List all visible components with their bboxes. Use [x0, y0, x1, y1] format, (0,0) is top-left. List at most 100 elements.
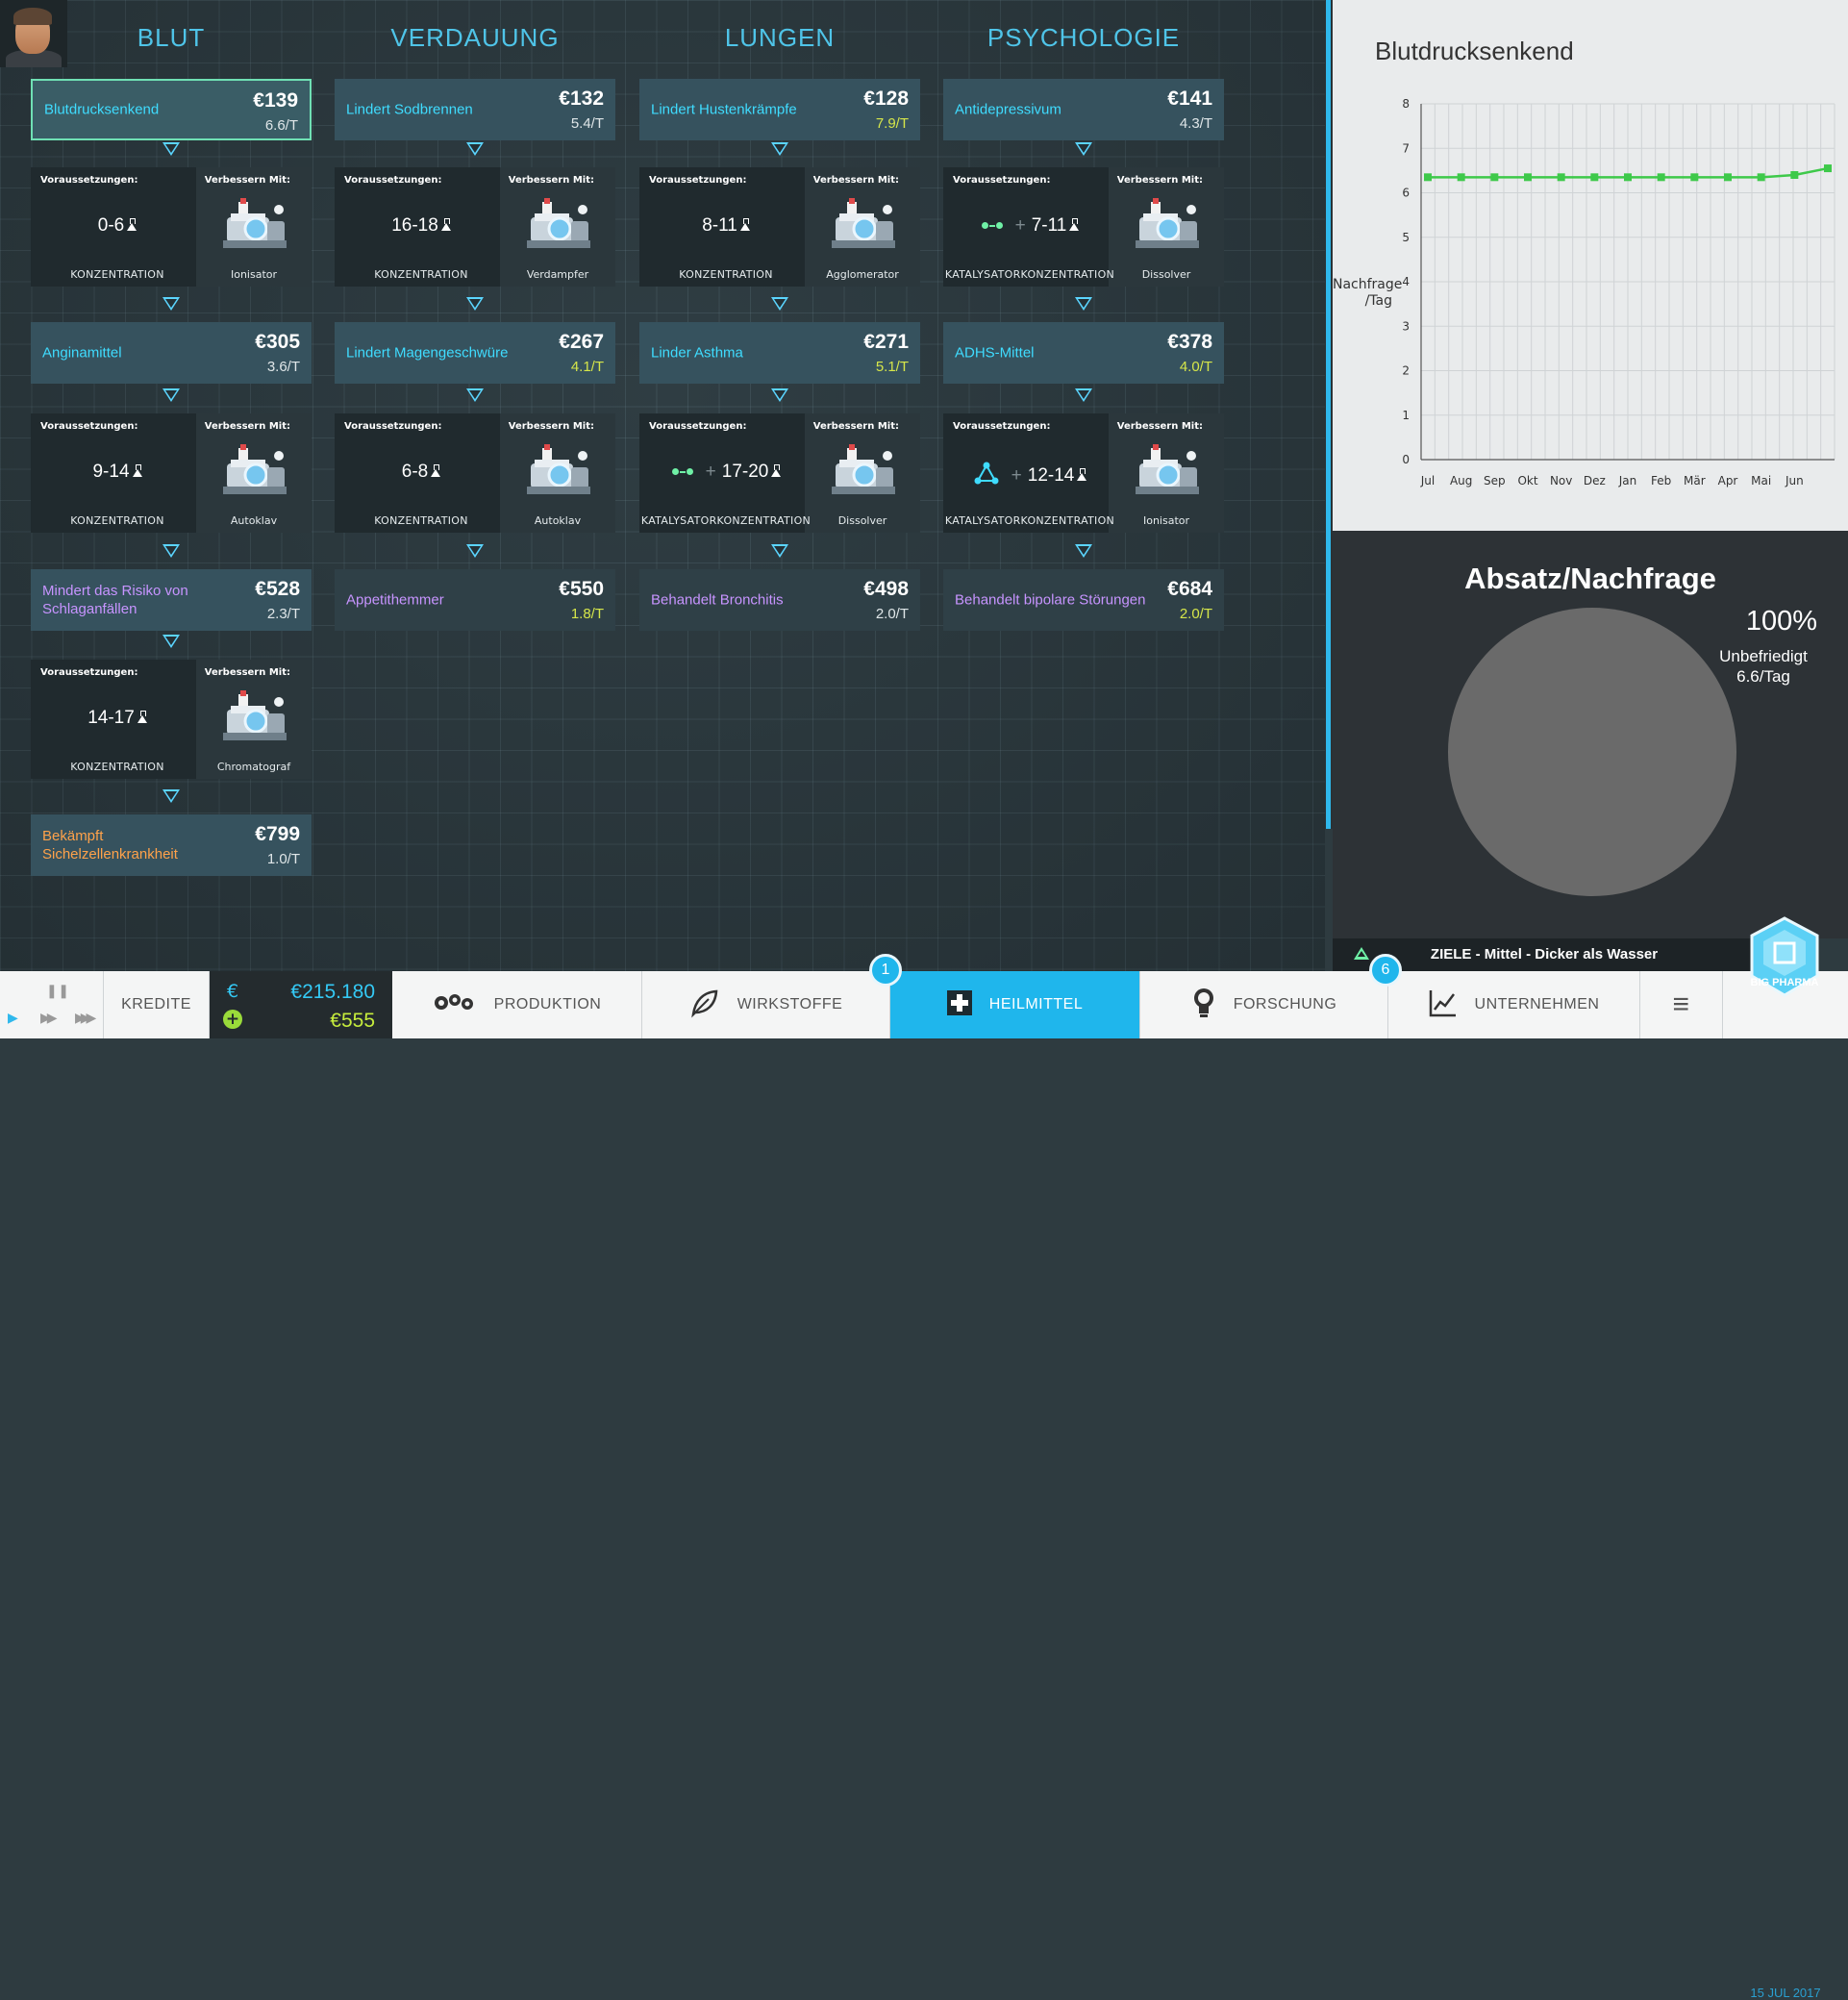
- lightbulb-icon: [1191, 987, 1216, 1024]
- cure-card-lindert-magengeschwure[interactable]: Lindert Magengeschwüre €267 4.1/T: [335, 322, 615, 384]
- menu-button[interactable]: ≡: [1640, 971, 1723, 1038]
- cure-name: Lindert Hustenkrämpfe: [651, 101, 797, 118]
- concentration-range: 8-11: [639, 215, 812, 237]
- tab-company[interactable]: UNTERNEHMEN: [1388, 971, 1640, 1038]
- chart-ytick-label: 8: [1402, 97, 1410, 111]
- prereq-label: Voraussetzungen:: [40, 667, 138, 678]
- play-icon[interactable]: ▶: [8, 1010, 18, 1026]
- cure-card-mindert-das-risiko-von-schlaganfallen[interactable]: Mindert das Risiko von Schlaganfällen €52…: [31, 569, 312, 631]
- cure-card-lindert-sodbrennen[interactable]: Lindert Sodbrennen €132 5.4/T: [335, 79, 615, 140]
- pause-icon[interactable]: ❚❚: [46, 983, 69, 999]
- chart-xtick-label: Sep: [1484, 474, 1506, 488]
- improve-label: Verbessern Mit:: [204, 667, 290, 678]
- unsatisfied-demand: 6.6/Tag: [1736, 667, 1790, 686]
- cure-card-behandelt-bronchitis[interactable]: Behandelt Bronchitis €498 2.0/T: [639, 569, 920, 631]
- cure-name: Lindert Magengeschwüre: [346, 344, 509, 362]
- player-avatar[interactable]: [0, 0, 67, 67]
- machine-name: Ionisator: [1142, 514, 1190, 527]
- cure-demand: 4.1/T: [570, 359, 604, 375]
- requirement-box[interactable]: Voraussetzungen: Verbessern Mit: 6-8 KONZEN…: [335, 413, 615, 533]
- machine-name: Autoklav: [534, 514, 582, 527]
- chart-ytick-label: 4: [1402, 275, 1410, 288]
- chart-xtick-label: Dez: [1584, 474, 1606, 488]
- cure-demand: 4.3/T: [1179, 115, 1212, 132]
- flask-icon: [1077, 468, 1087, 482]
- chart-point: [1624, 173, 1632, 182]
- cure-card-linder-asthma[interactable]: Linder Asthma €271 5.1/T: [639, 322, 920, 384]
- tab-ingredients[interactable]: WIRKSTOFFE: [642, 971, 890, 1038]
- plus-icon: +: [1011, 465, 1022, 487]
- cure-card-blutdrucksenkend[interactable]: Blutdrucksenkend €139 6.6/T: [31, 79, 312, 140]
- cure-demand: 2.0/T: [1179, 606, 1212, 622]
- flask-icon: [771, 464, 782, 478]
- cure-card-behandelt-bipolare-storungen[interactable]: Behandelt bipolare Störungen €684 2.0/T: [943, 569, 1224, 631]
- requirement-box[interactable]: Voraussetzungen: Verbessern Mit: +12-14 KAT…: [943, 413, 1224, 533]
- chart-ytick-label: 3: [1402, 319, 1410, 333]
- prereq-label: Voraussetzungen:: [649, 175, 747, 186]
- machine-name: Agglomerator: [826, 268, 899, 281]
- chart-xtick-label: Mai: [1751, 474, 1771, 488]
- cure-name: Blutdrucksenkend: [44, 101, 160, 118]
- cure-card-antidepressivum[interactable]: Antidepressivum €141 4.3/T: [943, 79, 1224, 140]
- requirement-box[interactable]: Voraussetzungen: Verbessern Mit: 16-18 KONZ…: [335, 167, 615, 287]
- sales-pie-chart: [1448, 608, 1736, 896]
- requirement-box[interactable]: Voraussetzungen: Verbessern Mit: 0-6 KONZEN…: [31, 167, 312, 287]
- chart-point: [1824, 164, 1832, 173]
- prereq-label: Voraussetzungen:: [40, 421, 138, 432]
- gears-icon: [433, 991, 477, 1019]
- chart-xtick-label: Mär: [1684, 474, 1706, 488]
- demand-chart-panel: Blutdrucksenkend Nachfrage /Tag 01234567…: [1333, 0, 1848, 531]
- prereq-label: Voraussetzungen:: [344, 175, 442, 186]
- svg-text:BIG PHARMA: BIG PHARMA: [1751, 977, 1819, 988]
- requirement-box[interactable]: Voraussetzungen: Verbessern Mit: +7-11 KATA…: [943, 167, 1224, 287]
- cure-price: €271: [863, 331, 909, 353]
- chart-ytick-label: 1: [1402, 409, 1410, 422]
- column-header-psychologie: PSYCHOLOGIE: [986, 23, 1181, 52]
- requirement-type: KONZENTRATION: [679, 268, 773, 281]
- requirement-box[interactable]: Voraussetzungen: Verbessern Mit: 14-17 KONZ…: [31, 660, 312, 779]
- flask-icon: [137, 711, 147, 723]
- requirement-box[interactable]: Voraussetzungen: Verbessern Mit: +17-20 KAT…: [639, 413, 920, 533]
- plus-icon: +: [1014, 215, 1026, 237]
- tab-cures[interactable]: HEILMITTEL: [890, 971, 1140, 1038]
- cure-demand: 7.9/T: [875, 115, 909, 132]
- cure-card-appetithemmer[interactable]: Appetithemmer €550 1.8/T: [335, 569, 615, 631]
- requirement-box[interactable]: Voraussetzungen: Verbessern Mit: 9-14 KONZE…: [31, 413, 312, 533]
- tree-arrow-icon: [1075, 388, 1092, 402]
- cure-card-adhs-mittel[interactable]: ADHS-Mittel €378 4.0/T: [943, 322, 1224, 384]
- requirement-box[interactable]: Voraussetzungen: Verbessern Mit: 8-11 KONZE…: [639, 167, 920, 287]
- prereq-label: Voraussetzungen:: [953, 421, 1051, 432]
- cure-card-bekampft-sichelzellenkrankheit[interactable]: Bekämpft Sichelzellenkrankheit €799 1.0/T: [31, 814, 312, 876]
- tree-arrow-icon: [466, 142, 484, 156]
- big-pharma-logo: BIG PHARMA: [1748, 916, 1821, 1003]
- tab-research[interactable]: FORSCHUNG: [1140, 971, 1388, 1038]
- tab-production[interactable]: PRODUKTION: [392, 971, 642, 1038]
- fastest-forward-icon[interactable]: ▶▶▶: [75, 1010, 96, 1026]
- concentration-range: 9-14: [31, 462, 204, 483]
- cure-price: €139: [253, 89, 298, 112]
- improve-label: Verbessern Mit:: [1116, 175, 1203, 186]
- scrollbar[interactable]: [1326, 0, 1331, 829]
- cure-card-lindert-hustenkrampfe[interactable]: Lindert Hustenkrämpfe €128 7.9/T: [639, 79, 920, 140]
- cure-card-anginamittel[interactable]: Anginamittel €305 3.6/T: [31, 322, 312, 384]
- chart-point: [1790, 171, 1799, 179]
- improve-label: Verbessern Mit:: [1116, 421, 1203, 432]
- chart-point: [1690, 173, 1699, 182]
- column-header-verdauung: VERDAUUNG: [390, 23, 560, 52]
- flask-icon: [1069, 218, 1080, 232]
- improve-label: Verbessern Mit:: [812, 421, 899, 432]
- prereq-label: Voraussetzungen:: [40, 175, 138, 186]
- improve-label: Verbessern Mit:: [204, 421, 290, 432]
- chart-point: [1590, 173, 1599, 182]
- concentration-range: +7-11: [943, 215, 1116, 237]
- prereq-label: Voraussetzungen:: [953, 175, 1051, 186]
- concentration-range: +12-14: [943, 462, 1116, 490]
- fast-forward-icon[interactable]: ▶▶: [40, 1010, 57, 1026]
- chart-point: [1424, 173, 1432, 182]
- improve-label: Verbessern Mit:: [508, 175, 594, 186]
- money-display: € €215.180 + €555: [210, 971, 392, 1038]
- chart-ytick-label: 2: [1402, 364, 1410, 378]
- chart-ytick-label: 5: [1402, 231, 1410, 244]
- credits-button[interactable]: KREDITE: [104, 971, 210, 1038]
- tab-research-label: FORSCHUNG: [1233, 996, 1337, 1012]
